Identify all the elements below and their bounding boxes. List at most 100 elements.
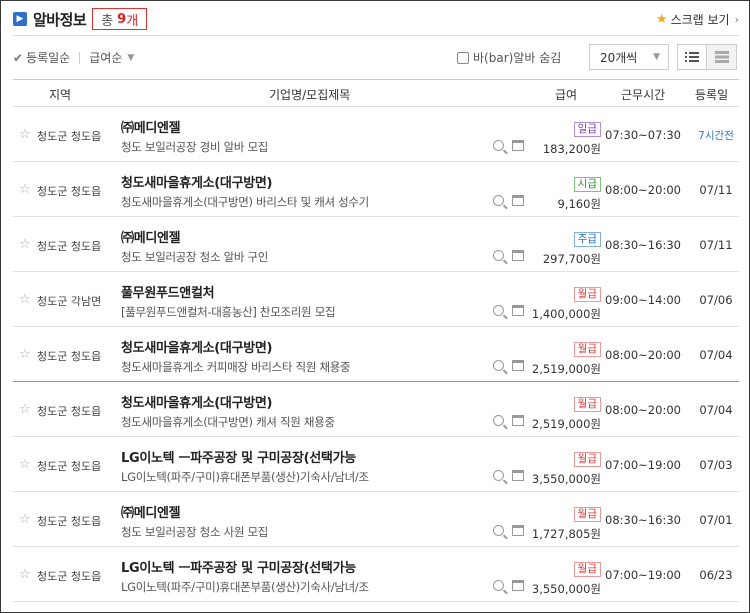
row-company-link[interactable]: LG이노텍 ㅡ파주공장 및 구미공장(선택가능 — [121, 447, 356, 466]
row-work-hours: 07:00~19:00 — [605, 568, 681, 582]
open-new-window-icon[interactable] — [512, 140, 524, 151]
favorite-star-icon[interactable]: ☆ — [19, 127, 31, 142]
row-title-link[interactable]: 청도새마을휴게소 커피매장 바리스타 직원 채용중 — [121, 359, 351, 375]
row-title-link[interactable]: 청도새마을휴게소(대구방면) 캐셔 직원 채용중 — [121, 414, 335, 430]
row-registered-date: 07/06 — [699, 293, 733, 307]
preview-magnifier-icon[interactable] — [493, 580, 504, 591]
row-region: 청도군 청도읍 — [37, 350, 102, 363]
row-pay-amount: 1,400,000원 — [531, 307, 601, 321]
row-title-link[interactable]: LG이노텍(파주/구미)휴대폰부품(생산)기숙사/남녀/조 — [121, 579, 369, 595]
favorite-star-icon[interactable]: ☆ — [19, 237, 31, 252]
favorite-star-icon[interactable]: ☆ — [19, 567, 31, 582]
row-region: 청도군 청도읍 — [37, 515, 102, 528]
row-company-link[interactable]: ㈜메디엔젤 — [121, 117, 181, 136]
section-header: ▶ 알바정보 총 9개 ★ 스크랩 보기 › — [13, 7, 739, 31]
pay-type-badge: 시급 — [573, 177, 601, 192]
row-company-link[interactable]: LG이노텍 ㅡ파주공장 및 구미공장(선택가능 — [121, 557, 356, 576]
star-icon: ★ — [655, 12, 668, 27]
table-row[interactable]: ☆ 청도군 청도읍 ㈜메디엔젤 청도 보일러공장 청소 알바 구인 주급 297,700원… — [13, 217, 739, 272]
hide-bar-jobs-checkbox[interactable]: 바(bar)알바 숨김 — [457, 49, 561, 66]
preview-magnifier-icon[interactable] — [493, 415, 504, 426]
list-view-button[interactable] — [677, 44, 707, 70]
table-row[interactable]: ☆ 청도군 각남면 풀무원푸드앤컬처 [풀무원푸드앤컬처-대흥농산] 찬모조리원 모집… — [13, 272, 739, 327]
row-title-link[interactable]: 청도 보일러공장 청소 사원 모집 — [121, 524, 268, 540]
preview-magnifier-icon[interactable] — [493, 140, 504, 151]
check-icon: ✔ — [13, 50, 24, 65]
row-company-link[interactable]: 청도새마을휴게소(대구방면) — [121, 392, 273, 411]
sort-by-date-button[interactable]: ✔ 등록일순 — [13, 49, 70, 66]
row-company-link[interactable]: 청도새마을휴게소(대구방면) — [121, 172, 273, 191]
preview-magnifier-icon[interactable] — [493, 250, 504, 261]
job-listing-panel: ▶ 알바정보 총 9개 ★ 스크랩 보기 › ✔ 등록일순 급여순 ▼ 바(ba… — [0, 0, 750, 613]
open-new-window-icon[interactable] — [512, 360, 524, 371]
row-company-link[interactable]: 청도새마을휴게소(대구방면) — [121, 337, 273, 356]
row-company-link[interactable]: ㈜메디엔젤 — [121, 502, 181, 521]
compact-view-icon — [714, 51, 729, 63]
row-title-link[interactable]: 청도새마을휴게소(대구방면) 바리스타 및 캐셔 성수기 — [121, 194, 369, 210]
row-title-link[interactable]: 청도 보일러공장 경비 알바 모집 — [121, 139, 268, 155]
row-registered-date: 07/11 — [699, 183, 733, 197]
favorite-star-icon[interactable]: ☆ — [19, 347, 31, 362]
pay-type-badge: 월급 — [573, 287, 601, 302]
open-new-window-icon[interactable] — [512, 470, 524, 481]
row-work-hours: 08:00~20:00 — [605, 403, 681, 417]
open-new-window-icon[interactable] — [512, 305, 524, 316]
table-row[interactable]: ☆ 청도군 청도읍 LG이노텍 ㅡ파주공장 및 구미공장(선택가능 LG이노텍(파주/… — [13, 547, 739, 602]
table-row[interactable]: ☆ 청도군 청도읍 청도새마을휴게소(대구방면) 청도새마을휴게소 커피매장 바리스타… — [13, 327, 739, 382]
table-row[interactable]: ☆ 청도군 청도읍 ㈜메디엔젤 청도 보일러공장 경비 알바 모집 일급 183,200원… — [13, 107, 739, 162]
per-page-select[interactable]: 20개씩 ▼ — [589, 44, 669, 70]
col-region: 지역 — [49, 88, 72, 102]
scrap-label: 스크랩 보기 — [670, 13, 730, 27]
row-work-hours: 08:30~16:30 — [605, 238, 681, 252]
row-work-hours: 08:00~20:00 — [605, 183, 681, 197]
row-company-link[interactable]: ㈜메디엔젤 — [121, 227, 181, 246]
favorite-star-icon[interactable]: ☆ — [19, 512, 31, 527]
row-title-link[interactable]: LG이노텍(파주/구미)휴대폰부품(생산)기숙사/남녀/조 — [121, 469, 369, 485]
section-title: 알바정보 — [33, 10, 87, 29]
compact-view-button[interactable] — [707, 44, 737, 70]
divider — [79, 51, 81, 64]
pay-type-badge: 월급 — [573, 507, 601, 522]
hide-bar-label: 바(bar)알바 숨김 — [473, 51, 562, 65]
row-pay-amount: 183,200원 — [542, 142, 601, 156]
row-title-link[interactable]: 청도 보일러공장 청소 알바 구인 — [121, 249, 268, 265]
row-work-hours: 09:00~14:00 — [605, 293, 681, 307]
preview-magnifier-icon[interactable] — [493, 195, 504, 206]
row-pay-amount: 2,519,000원 — [531, 362, 601, 376]
preview-magnifier-icon[interactable] — [493, 525, 504, 536]
favorite-star-icon[interactable]: ☆ — [19, 182, 31, 197]
open-new-window-icon[interactable] — [512, 195, 524, 206]
col-hours: 근무시간 — [621, 88, 666, 102]
row-pay-amount: 2,519,000원 — [531, 417, 601, 431]
table-row[interactable]: ☆ 청도군 청도읍 ㈜메디엔젤 청도 보일러공장 청소 사원 모집 월급 1,727,80… — [13, 492, 739, 547]
row-title-link[interactable]: [풀무원푸드앤컬처-대흥농산] 찬모조리원 모집 — [121, 304, 336, 320]
open-new-window-icon[interactable] — [512, 415, 524, 426]
open-new-window-icon[interactable] — [512, 525, 524, 536]
table-row[interactable]: ☆ 청도군 청도읍 LG이노텍 ㅡ파주공장 및 구미공장(선택가능 LG이노텍(파주/… — [13, 437, 739, 492]
favorite-star-icon[interactable]: ☆ — [19, 402, 31, 417]
checkbox-box[interactable] — [457, 51, 469, 64]
total-count-badge: 총 9개 — [92, 8, 148, 30]
preview-magnifier-icon[interactable] — [493, 470, 504, 481]
row-registered-date: 07/04 — [699, 403, 733, 417]
row-region: 청도군 청도읍 — [37, 185, 102, 198]
row-pay-amount: 3,550,000원 — [531, 472, 601, 486]
row-region: 청도군 청도읍 — [37, 130, 102, 143]
caret-down-icon: ▼ — [127, 52, 135, 63]
preview-magnifier-icon[interactable] — [493, 305, 504, 316]
scrap-view-link[interactable]: ★ 스크랩 보기 › — [656, 11, 739, 28]
favorite-star-icon[interactable]: ☆ — [19, 292, 31, 307]
row-company-link[interactable]: 풀무원푸드앤컬처 — [121, 282, 215, 301]
open-new-window-icon[interactable] — [512, 250, 524, 261]
row-region: 청도군 청도읍 — [37, 570, 102, 583]
favorite-star-icon[interactable]: ☆ — [19, 457, 31, 472]
row-region: 청도군 청도읍 — [37, 240, 102, 253]
table-row[interactable]: ☆ 청도군 청도읍 청도새마을휴게소(대구방면) 청도새마을휴게소(대구방면) 캐셔 … — [13, 382, 739, 437]
sort-by-pay-button[interactable]: 급여순 ▼ — [89, 49, 134, 66]
sort-pay-label: 급여순 — [89, 51, 123, 65]
row-work-hours: 07:30~07:30 — [605, 128, 681, 142]
table-row[interactable]: ☆ 청도군 청도읍 청도새마을휴게소(대구방면) 청도새마을휴게소(대구방면) 바리스… — [13, 162, 739, 217]
row-pay-amount: 3,550,000원 — [531, 582, 601, 596]
preview-magnifier-icon[interactable] — [493, 360, 504, 371]
open-new-window-icon[interactable] — [512, 580, 524, 591]
